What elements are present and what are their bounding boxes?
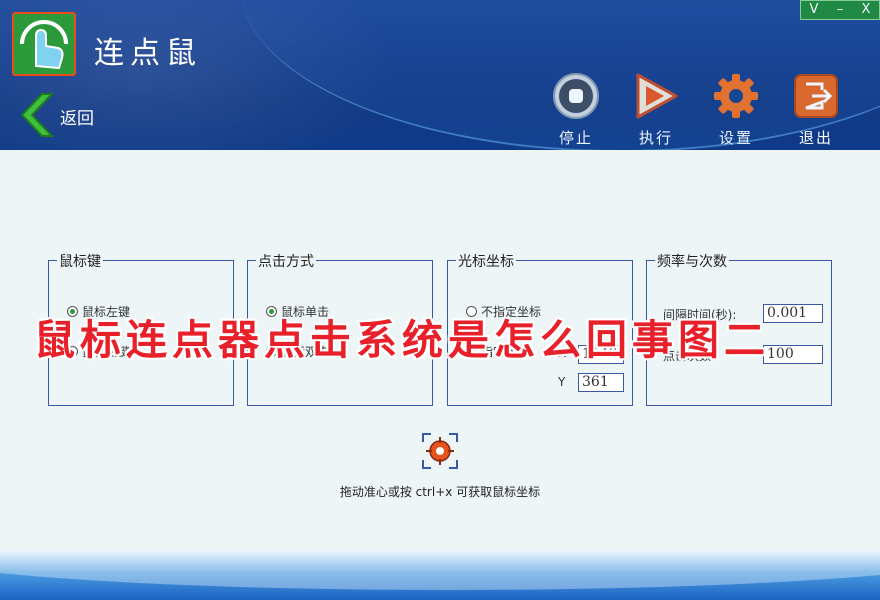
stop-label: 停止	[558, 129, 593, 147]
exit-button[interactable]: 退出	[786, 72, 846, 148]
back-arrow-icon	[20, 93, 55, 137]
stop-icon	[553, 73, 599, 119]
watermark-caption: 鼠标连点器点击系统是怎么回事图二	[34, 316, 770, 364]
play-icon	[636, 73, 678, 119]
header-bar: 连点鼠 返回 停止 执行 设置 退出 V – X	[0, 0, 880, 150]
group-title: 频率与次数	[655, 251, 729, 271]
settings-label: 设置	[718, 129, 753, 147]
back-button[interactable]: 返回	[18, 92, 128, 138]
app-logo-icon	[12, 12, 76, 76]
y-label: Y	[558, 375, 566, 389]
restore-button[interactable]: V	[801, 1, 827, 19]
crosshair-icon[interactable]	[421, 432, 459, 470]
run-label: 执行	[638, 129, 673, 147]
y-coord-input[interactable]: 361	[578, 373, 624, 392]
run-button[interactable]: 执行	[626, 72, 686, 148]
interval-input[interactable]: 0.001	[763, 304, 823, 323]
group-title: 光标坐标	[456, 251, 516, 271]
stop-button[interactable]: 停止	[546, 72, 606, 148]
minimize-button[interactable]: –	[827, 1, 853, 19]
close-button[interactable]: X	[853, 1, 879, 19]
crosshair-hint: 拖动准心或按 ctrl+x 可获取鼠标坐标	[339, 485, 541, 499]
gear-icon	[714, 74, 758, 118]
app-title: 连点鼠	[94, 36, 202, 71]
footer-bar	[0, 550, 880, 600]
window-controls: V – X	[800, 0, 880, 20]
count-input[interactable]: 100	[763, 345, 823, 364]
group-title: 点击方式	[256, 251, 316, 271]
group-title: 鼠标键	[57, 251, 103, 271]
exit-icon	[794, 74, 838, 118]
settings-button[interactable]: 设置	[706, 72, 766, 148]
back-label: 返回	[60, 109, 94, 129]
exit-label: 退出	[798, 129, 833, 147]
